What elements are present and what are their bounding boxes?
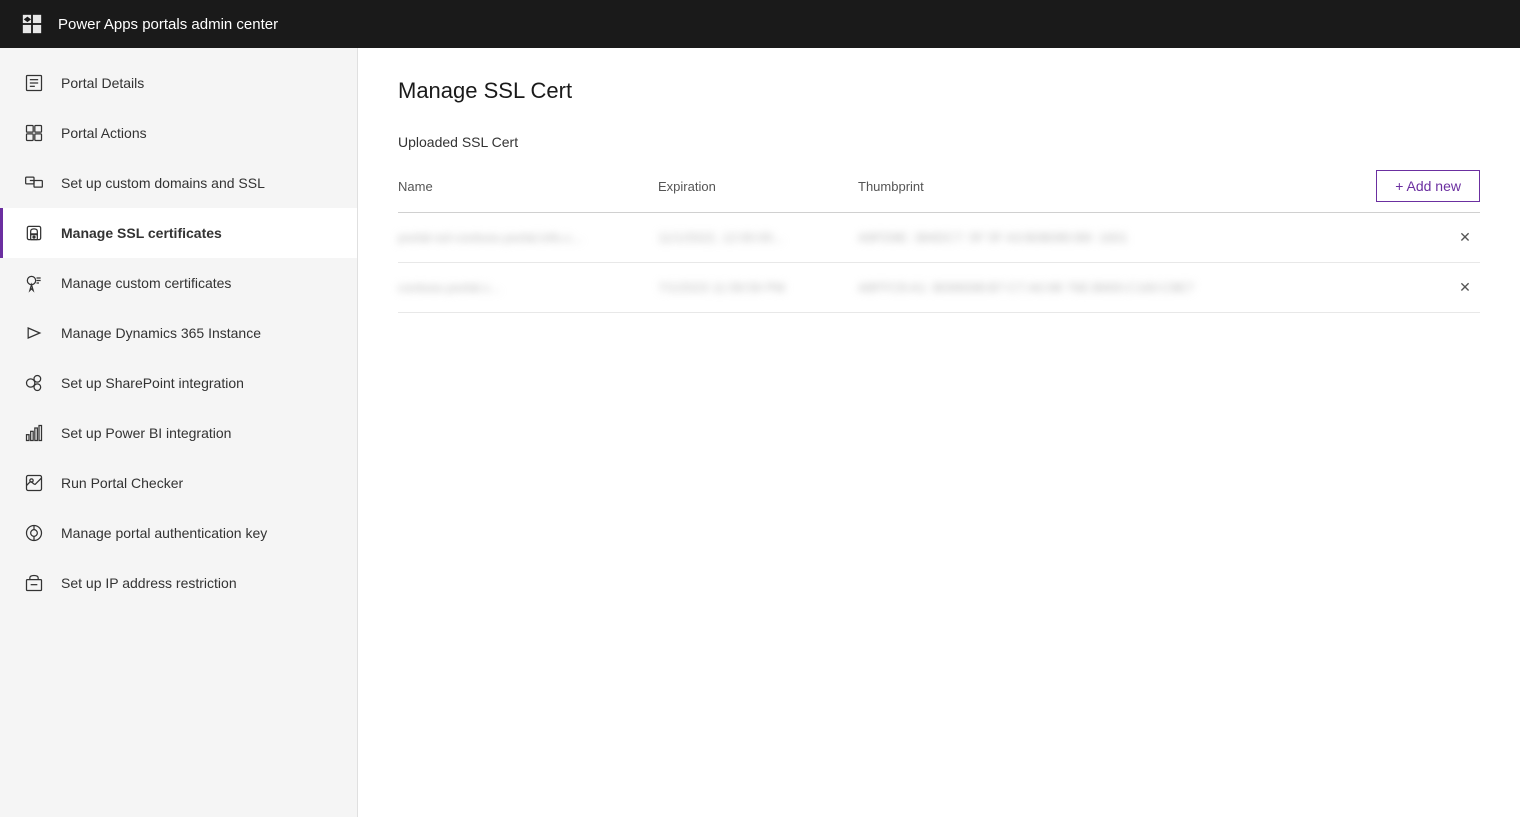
- sidebar-label-manage-ssl: Manage SSL certificates: [61, 224, 222, 242]
- sidebar-label-portal-checker: Run Portal Checker: [61, 474, 183, 492]
- list-icon: [23, 72, 45, 94]
- col-expiry: Expiration: [658, 179, 858, 194]
- col-thumbprint: Thumbprint: [858, 179, 1376, 194]
- sidebar-label-ip-restriction: Set up IP address restriction: [61, 574, 237, 592]
- ssl-icon: [23, 222, 45, 244]
- sidebar-label-sharepoint: Set up SharePoint integration: [61, 374, 244, 392]
- sidebar-label-auth-key: Manage portal authentication key: [61, 524, 267, 542]
- sidebar-label-powerbi: Set up Power BI integration: [61, 424, 231, 442]
- row1-thumbprint: A9FD9E: 384DC7: 5F 5F A3:B0B080:B9: 1601: [858, 230, 1450, 245]
- main-layout: Portal Details Portal Actions: [0, 48, 1520, 817]
- sidebar-label-portal-actions: Portal Actions: [61, 124, 147, 142]
- row2-expiration: 7/1/2023 11:59:59 PM: [658, 280, 858, 295]
- add-new-button[interactable]: + Add new: [1376, 170, 1480, 202]
- sidebar-item-powerbi[interactable]: Set up Power BI integration: [0, 408, 357, 458]
- sidebar-item-portal-details[interactable]: Portal Details: [0, 58, 357, 108]
- sidebar-item-ip-restriction[interactable]: Set up IP address restriction: [0, 558, 357, 608]
- sidebar-item-auth-key[interactable]: Manage portal authentication key: [0, 508, 357, 558]
- sidebar-item-dynamics-instance[interactable]: Manage Dynamics 365 Instance: [0, 308, 357, 358]
- table-header-row: Name Expiration Thumbprint + Add new: [398, 170, 1480, 213]
- row2-delete-button[interactable]: ✕: [1450, 279, 1480, 296]
- sidebar-label-dynamics-instance: Manage Dynamics 365 Instance: [61, 324, 261, 342]
- main-content: Manage SSL Cert Uploaded SSL Cert Name E…: [358, 48, 1520, 817]
- section-title: Uploaded SSL Cert: [398, 134, 1480, 150]
- table-row: portal-ssl-contoso.portal.info.c... 11/1…: [398, 213, 1480, 263]
- cert-icon: [23, 272, 45, 294]
- checker-icon: [23, 472, 45, 494]
- sidebar-item-portal-checker[interactable]: Run Portal Checker: [0, 458, 357, 508]
- table-row: contoso.portal.c... 7/1/2023 11:59:59 PM…: [398, 263, 1480, 313]
- table-actions: + Add new: [1376, 170, 1480, 202]
- row1-expiration: 11/1/2022, 12:00:00...: [658, 230, 858, 245]
- dynamics-icon: [23, 322, 45, 344]
- col-name: Name: [398, 179, 658, 194]
- app-title: Power Apps portals admin center: [58, 16, 278, 33]
- sidebar-label-portal-details: Portal Details: [61, 74, 144, 92]
- sidebar-item-sharepoint[interactable]: Set up SharePoint integration: [0, 358, 357, 408]
- sidebar-item-portal-actions[interactable]: Portal Actions: [0, 108, 357, 158]
- sidebar-label-manage-custom-certs: Manage custom certificates: [61, 274, 231, 292]
- auth-icon: [23, 522, 45, 544]
- sidebar-item-custom-domains[interactable]: Set up custom domains and SSL: [0, 158, 357, 208]
- sidebar-item-manage-custom-certs[interactable]: Manage custom certificates: [0, 258, 357, 308]
- sharepoint-icon: [23, 372, 45, 394]
- topbar: Power Apps portals admin center: [0, 0, 1520, 48]
- row2-thumbprint: A8FFC8:A1: B099098:B7:C7:A0:98 76E:B900:…: [858, 280, 1450, 295]
- row2-name: contoso.portal.c...: [398, 280, 658, 295]
- domains-icon: [23, 172, 45, 194]
- powerbi-icon: [23, 422, 45, 444]
- page-title: Manage SSL Cert: [398, 78, 1480, 104]
- row1-delete-button[interactable]: ✕: [1450, 229, 1480, 246]
- app-logo: [20, 12, 44, 36]
- row1-name: portal-ssl-contoso.portal.info.c...: [398, 230, 658, 245]
- sidebar-item-manage-ssl[interactable]: Manage SSL certificates: [0, 208, 357, 258]
- actions-icon: [23, 122, 45, 144]
- ip-icon: [23, 572, 45, 594]
- sidebar-label-custom-domains: Set up custom domains and SSL: [61, 174, 265, 192]
- sidebar: Portal Details Portal Actions: [0, 48, 358, 817]
